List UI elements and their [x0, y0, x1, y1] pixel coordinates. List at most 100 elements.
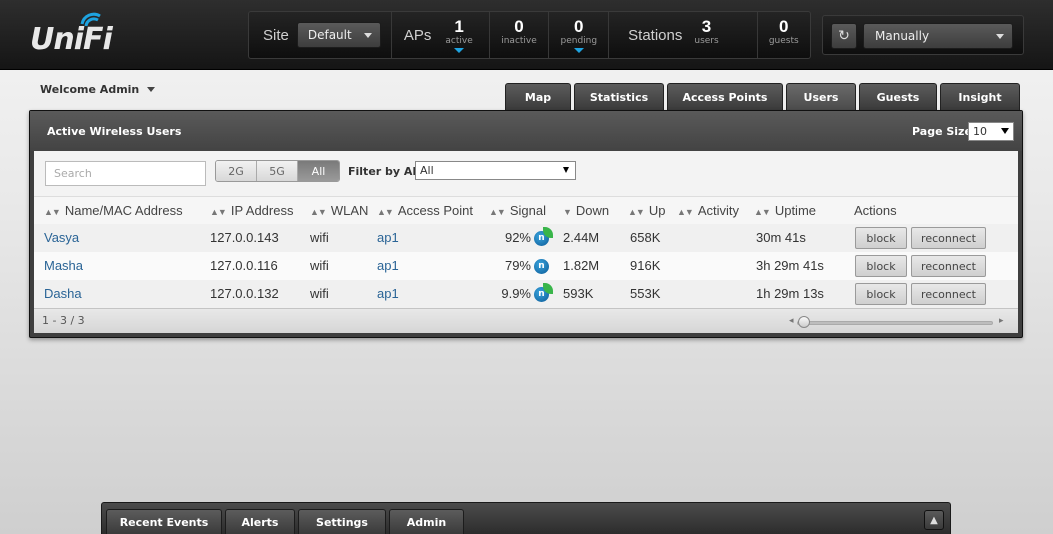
- user-ip: 127.0.0.132: [210, 286, 279, 301]
- tab-label: Settings: [316, 516, 368, 529]
- column-header-wlan[interactable]: ▲▼ WLAN: [310, 197, 368, 225]
- radio-n-icon: n: [534, 259, 549, 274]
- user-wlan: wifi: [310, 258, 329, 273]
- refresh-mode-value: Manually: [875, 29, 930, 43]
- panel-footer: 1 - 3 / 3 ◂ ▸: [34, 308, 1018, 333]
- scroll-track[interactable]: [797, 321, 993, 325]
- page-size-select[interactable]: 10: [968, 122, 1014, 141]
- tab-settings[interactable]: Settings: [298, 509, 386, 534]
- page-size-value: 10: [973, 125, 987, 138]
- sort-icon: ▲▼: [44, 207, 61, 217]
- block-button[interactable]: block: [855, 227, 907, 249]
- column-header-signal[interactable]: ▲▼ Signal: [489, 197, 546, 225]
- stations-users-label: users: [694, 35, 719, 46]
- scroll-right-icon[interactable]: ▸: [999, 316, 1004, 326]
- band-all-button[interactable]: All: [298, 161, 339, 181]
- block-button[interactable]: block: [855, 283, 907, 305]
- column-header-label: Activity: [697, 203, 739, 218]
- column-header-uptime[interactable]: ▲▼ Uptime: [754, 197, 816, 225]
- aps-active-stat[interactable]: 1 active: [445, 18, 473, 53]
- tab-users[interactable]: Users: [786, 83, 856, 111]
- refresh-icon: ↻: [838, 28, 850, 44]
- column-header-label: Actions: [854, 203, 897, 218]
- user-name-link[interactable]: Dasha: [44, 280, 82, 308]
- column-header-label: Down: [575, 203, 610, 218]
- user-ap-link[interactable]: ap1: [377, 224, 399, 252]
- table-row: Vasya 127.0.0.143 wifi ap1 92% n 2.44M 6…: [34, 224, 1018, 252]
- band-2g-button[interactable]: 2G: [216, 161, 257, 181]
- column-header-ip[interactable]: ▲▼ IP Address: [210, 197, 293, 225]
- tab-access-points[interactable]: Access Points: [667, 83, 783, 111]
- expand-panel-button[interactable]: ▲: [924, 510, 944, 530]
- band-filter: 2G 5G All: [215, 160, 340, 182]
- filter-by-ap-label: Filter by AP: [348, 165, 421, 178]
- stations-guests-stat[interactable]: 0 guests: [769, 18, 799, 53]
- scroll-thumb[interactable]: [798, 316, 810, 328]
- tab-insight[interactable]: Insight: [940, 83, 1020, 111]
- user-up: 553K: [630, 286, 661, 301]
- search-placeholder: Search: [54, 167, 92, 180]
- column-header-access-point[interactable]: ▲▼ Access Point: [377, 197, 473, 225]
- scroll-left-icon[interactable]: ◂: [789, 316, 794, 326]
- panel-body: Search 2G 5G All Filter by AP All ▲▼ Name…: [34, 151, 1018, 333]
- site-section: Site Default: [249, 12, 392, 58]
- filter-by-ap-value: All: [420, 164, 434, 177]
- stations-section: Stations 3 users: [609, 12, 758, 58]
- tab-label: Recent Events: [119, 516, 209, 529]
- column-header-name[interactable]: ▲▼ Name/MAC Address: [44, 197, 183, 225]
- unifi-logo: UniFi: [30, 12, 120, 58]
- user-ap-link[interactable]: ap1: [377, 280, 399, 308]
- tab-alerts[interactable]: Alerts: [225, 509, 295, 534]
- user-uptime: 1h 29m 13s: [756, 286, 824, 301]
- stations-guests-count: 0: [779, 16, 789, 36]
- tab-guests[interactable]: Guests: [859, 83, 937, 111]
- aps-pending-stat[interactable]: 0 pending: [560, 18, 597, 53]
- tab-admin[interactable]: Admin: [389, 509, 464, 534]
- tab-label: Statistics: [589, 91, 649, 104]
- reconnect-button[interactable]: reconnect: [911, 255, 986, 277]
- table-header-row: ▲▼ Name/MAC Address ▲▼ IP Address ▲▼ WLAN ▲…: [34, 196, 1018, 224]
- tab-statistics[interactable]: Statistics: [574, 83, 664, 111]
- tab-recent-events[interactable]: Recent Events: [106, 509, 222, 534]
- reconnect-button[interactable]: reconnect: [911, 283, 986, 305]
- aps-inactive-stat[interactable]: 0 inactive: [501, 18, 537, 53]
- column-header-activity[interactable]: ▲▼ Activity: [677, 197, 739, 225]
- panel-header: Active Wireless Users Page Size 10: [30, 111, 1022, 151]
- refresh-button[interactable]: ↻: [831, 23, 857, 49]
- chevron-down-icon: [147, 87, 156, 92]
- column-header-label: Uptime: [774, 203, 817, 218]
- stations-users-stat[interactable]: 3 users: [694, 18, 718, 53]
- bottom-bar: Recent Events Alerts Settings Admin ▲: [101, 502, 951, 534]
- refresh-mode-select[interactable]: Manually: [863, 23, 1013, 49]
- tab-map[interactable]: Map: [505, 83, 571, 111]
- radio-type: n: [538, 261, 545, 271]
- tab-label: Access Points: [682, 91, 768, 104]
- filter-by-ap-select[interactable]: All: [415, 161, 576, 180]
- caret-down-icon: [573, 47, 584, 53]
- column-header-label: WLAN: [330, 203, 369, 218]
- site-select[interactable]: Default: [296, 22, 381, 48]
- column-header-label: Signal: [509, 203, 546, 218]
- sort-icon: ▲▼: [628, 207, 645, 217]
- column-header-up[interactable]: ▲▼ Up: [628, 197, 665, 225]
- user-up: 658K: [630, 230, 661, 245]
- column-header-label: IP Address: [230, 203, 294, 218]
- users-table: ▲▼ Name/MAC Address ▲▼ IP Address ▲▼ WLAN ▲…: [34, 196, 1018, 308]
- reconnect-button[interactable]: reconnect: [911, 227, 986, 249]
- page-size-label: Page Size: [912, 125, 972, 138]
- user-name-link[interactable]: Masha: [44, 252, 83, 280]
- welcome-menu[interactable]: Welcome Admin: [40, 83, 156, 96]
- aps-label: APs: [403, 26, 432, 44]
- band-5g-button[interactable]: 5G: [257, 161, 298, 181]
- user-uptime: 30m 41s: [756, 230, 806, 245]
- user-name-link[interactable]: Vasya: [44, 224, 79, 252]
- sort-desc-icon: ▼: [563, 207, 572, 217]
- user-signal: 9.9%: [501, 286, 531, 301]
- tab-label: Admin: [406, 516, 447, 529]
- horizontal-scrollbar[interactable]: ◂ ▸: [789, 316, 1009, 328]
- user-signal: 79%: [504, 258, 531, 273]
- search-input[interactable]: Search: [45, 161, 206, 186]
- block-button[interactable]: block: [855, 255, 907, 277]
- user-ap-link[interactable]: ap1: [377, 252, 399, 280]
- column-header-down[interactable]: ▼ Down: [563, 197, 609, 225]
